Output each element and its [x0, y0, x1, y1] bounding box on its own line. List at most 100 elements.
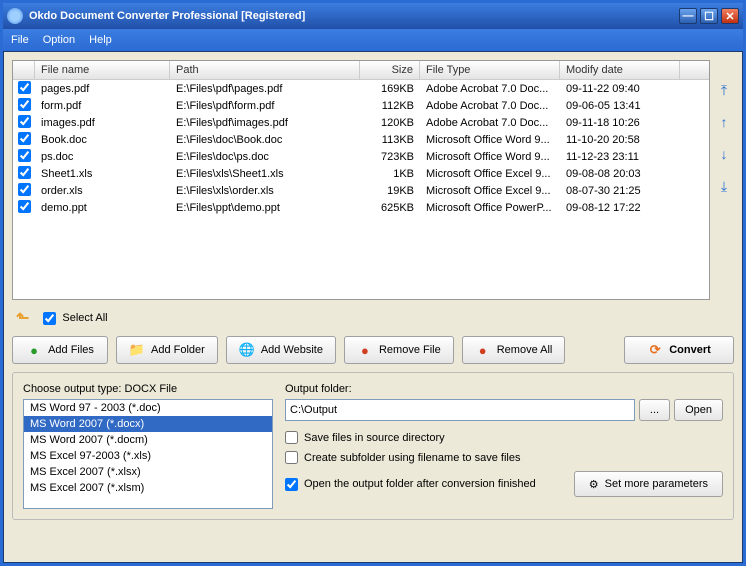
titlebar: Okdo Document Converter Professional [Re… — [3, 3, 743, 29]
file-checkbox[interactable] — [18, 200, 31, 213]
move-top-button[interactable]: ⤒ — [714, 80, 734, 100]
file-name: pages.pdf — [35, 82, 170, 96]
table-row[interactable]: Sheet1.xlsE:\Files\xls\Sheet1.xls1KBMicr… — [13, 165, 709, 182]
file-size: 625KB — [360, 201, 420, 215]
convert-button[interactable]: ⟳Convert — [624, 336, 734, 364]
table-row[interactable]: images.pdfE:\Files\pdf\images.pdf120KBAd… — [13, 114, 709, 131]
file-date: 09-11-18 10:26 — [560, 116, 680, 130]
file-path: E:\Files\pdf\images.pdf — [170, 116, 360, 130]
file-path: E:\Files\ppt\demo.ppt — [170, 201, 360, 215]
file-checkbox[interactable] — [18, 132, 31, 145]
file-date: 08-07-30 21:25 — [560, 184, 680, 198]
convert-icon: ⟳ — [647, 342, 663, 358]
open-after-label: Open the output folder after conversion … — [304, 478, 536, 490]
create-subfolder-label: Create subfolder using filename to save … — [304, 452, 520, 464]
file-checkbox[interactable] — [18, 115, 31, 128]
folder-up-icon[interactable]: ⬑ — [16, 308, 29, 328]
reorder-buttons: ⤒ ↑ ↓ ⤓ — [714, 60, 734, 300]
table-row[interactable]: Book.docE:\Files\doc\Book.doc113KBMicros… — [13, 131, 709, 148]
table-row[interactable]: pages.pdfE:\Files\pdf\pages.pdf169KBAdob… — [13, 80, 709, 97]
table-row[interactable]: form.pdfE:\Files\pdf\form.pdf112KBAdobe … — [13, 97, 709, 114]
file-type: Microsoft Office Excel 9... — [420, 167, 560, 181]
file-type: Microsoft Office PowerP... — [420, 201, 560, 215]
minimize-button[interactable]: — — [679, 8, 697, 24]
file-size: 723KB — [360, 150, 420, 164]
file-path: E:\Files\doc\ps.doc — [170, 150, 360, 164]
file-checkbox[interactable] — [18, 149, 31, 162]
output-type-option[interactable]: MS Excel 97-2003 (*.xls) — [24, 448, 272, 464]
file-path: E:\Files\xls\Sheet1.xls — [170, 167, 360, 181]
close-button[interactable]: ✕ — [721, 8, 739, 24]
menu-option[interactable]: Option — [43, 34, 75, 46]
move-up-button[interactable]: ↑ — [714, 112, 734, 132]
file-name: order.xls — [35, 184, 170, 198]
add-website-button[interactable]: 🌐Add Website — [226, 336, 336, 364]
menu-help[interactable]: Help — [89, 34, 112, 46]
col-name[interactable]: File name — [35, 61, 170, 79]
menu-file[interactable]: File — [11, 34, 29, 46]
file-date: 09-11-22 09:40 — [560, 82, 680, 96]
file-checkbox[interactable] — [18, 81, 31, 94]
file-name: Book.doc — [35, 133, 170, 147]
app-logo-icon — [7, 8, 23, 24]
file-type: Adobe Acrobat 7.0 Doc... — [420, 99, 560, 113]
file-path: E:\Files\pdf\form.pdf — [170, 99, 360, 113]
file-name: images.pdf — [35, 116, 170, 130]
file-checkbox[interactable] — [18, 98, 31, 111]
output-folder-input[interactable] — [285, 399, 635, 421]
select-all-label: Select All — [62, 312, 107, 324]
file-date: 11-10-20 20:58 — [560, 133, 680, 147]
file-size: 19KB — [360, 184, 420, 198]
save-in-source-checkbox[interactable] — [285, 431, 298, 444]
file-name: demo.ppt — [35, 201, 170, 215]
add-folder-button[interactable]: 📁Add Folder — [116, 336, 218, 364]
output-type-label: Choose output type: DOCX File — [23, 383, 273, 395]
move-down-button[interactable]: ↓ — [714, 144, 734, 164]
file-path: E:\Files\pdf\pages.pdf — [170, 82, 360, 96]
open-after-checkbox[interactable] — [285, 478, 298, 491]
output-type-listbox[interactable]: MS Word 97 - 2003 (*.doc)MS Word 2007 (*… — [23, 399, 273, 509]
file-size: 1KB — [360, 167, 420, 181]
create-subfolder-checkbox[interactable] — [285, 451, 298, 464]
file-date: 09-06-05 13:41 — [560, 99, 680, 113]
file-type: Adobe Acrobat 7.0 Doc... — [420, 116, 560, 130]
file-size: 113KB — [360, 133, 420, 147]
file-name: ps.doc — [35, 150, 170, 164]
menubar: File Option Help — [3, 29, 743, 51]
add-files-button[interactable]: ●Add Files — [12, 336, 108, 364]
file-list-header: File name Path Size File Type Modify dat… — [13, 61, 709, 80]
table-row[interactable]: order.xlsE:\Files\xls\order.xls19KBMicro… — [13, 182, 709, 199]
remove-file-button[interactable]: ●Remove File — [344, 336, 454, 364]
table-row[interactable]: demo.pptE:\Files\ppt\demo.ppt625KBMicros… — [13, 199, 709, 216]
browse-button[interactable]: ... — [639, 399, 670, 421]
output-folder-label: Output folder: — [285, 383, 723, 395]
file-checkbox[interactable] — [18, 166, 31, 179]
col-path[interactable]: Path — [170, 61, 360, 79]
output-type-option[interactable]: MS Word 2007 (*.docm) — [24, 432, 272, 448]
file-path: E:\Files\doc\Book.doc — [170, 133, 360, 147]
set-more-parameters-button[interactable]: ⚙Set more parameters — [574, 471, 723, 497]
col-date[interactable]: Modify date — [560, 61, 680, 79]
output-type-option[interactable]: MS Excel 2007 (*.xlsx) — [24, 464, 272, 480]
window-title: Okdo Document Converter Professional [Re… — [29, 10, 679, 22]
remove-all-button[interactable]: ●Remove All — [462, 336, 566, 364]
select-all-checkbox[interactable] — [43, 312, 56, 325]
table-row[interactable]: ps.docE:\Files\doc\ps.doc723KBMicrosoft … — [13, 148, 709, 165]
file-type: Adobe Acrobat 7.0 Doc... — [420, 82, 560, 96]
app-window: Okdo Document Converter Professional [Re… — [0, 0, 746, 566]
col-type[interactable]: File Type — [420, 61, 560, 79]
move-bottom-button[interactable]: ⤓ — [714, 176, 734, 196]
col-size[interactable]: Size — [360, 61, 420, 79]
maximize-button[interactable]: ☐ — [700, 8, 718, 24]
minus-icon: ● — [357, 342, 373, 358]
output-type-option[interactable]: MS Word 97 - 2003 (*.doc) — [24, 400, 272, 416]
file-checkbox[interactable] — [18, 183, 31, 196]
gear-icon: ⚙ — [589, 478, 599, 491]
file-name: Sheet1.xls — [35, 167, 170, 181]
output-type-option[interactable]: MS Excel 2007 (*.xlsm) — [24, 480, 272, 496]
output-type-option[interactable]: MS Word 2007 (*.docx) — [24, 416, 272, 432]
file-date: 11-12-23 23:11 — [560, 150, 680, 164]
file-list: File name Path Size File Type Modify dat… — [12, 60, 710, 300]
open-folder-button[interactable]: Open — [674, 399, 723, 421]
file-type: Microsoft Office Word 9... — [420, 150, 560, 164]
